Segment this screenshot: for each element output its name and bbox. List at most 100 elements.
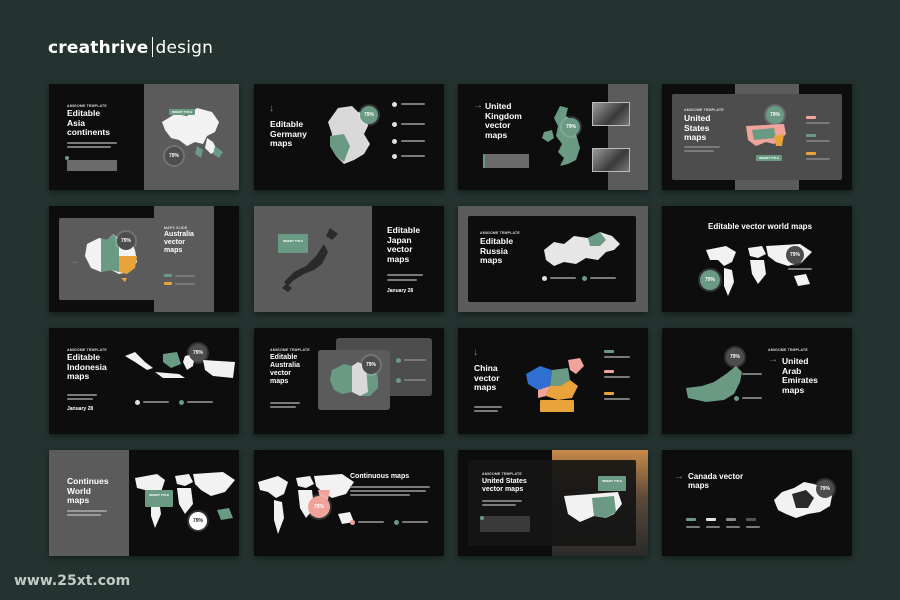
caption-box [67,160,117,171]
text-line [474,410,498,412]
text-line [143,401,169,403]
accent-bar [483,154,485,168]
text-line [67,510,107,512]
text-line [604,398,630,400]
legend-chip [604,370,614,373]
slide-title: Editable Indonesia maps [67,352,107,381]
legend-chip [164,274,172,277]
list-bullet [350,520,355,525]
list-bullet [392,122,397,127]
text-line [401,103,425,105]
slide-title: Editable Australia vector maps [270,354,300,385]
percent-badge: 79% [308,496,330,518]
slide-title: China vector maps [474,363,500,392]
slide-china[interactable]: ↓ China vector maps [458,328,648,434]
slide-uk[interactable]: → United Kingdom vector maps 79% [458,84,648,190]
brand-name-light: design [155,38,214,58]
text-line [604,376,630,378]
insert-title-tag: INSERT TITLE [169,109,196,115]
text-line [270,406,296,408]
slide-germany[interactable]: ↓ Editable Germany maps 79% [254,84,444,190]
slide-kicker: AMIGOME TEMPLATE [480,231,520,235]
slide-australia[interactable]: → 79% MAPS SLIDE Australia vector maps [49,206,239,312]
text-line [806,158,830,160]
slide-us-vector[interactable]: AMIGOME TEMPLATE United States vector ma… [458,450,648,556]
slide-united-states[interactable]: AMIGOME TEMPLATE United States maps 79% … [662,84,852,190]
slide-title: United States maps [684,113,711,142]
text-line [402,521,428,523]
percent-badge: 79% [726,348,744,366]
japan-map [282,228,338,292]
slide-continuous-maps[interactable]: 79% Continuous maps [254,450,444,556]
slide-kicker: AMIGOME TEMPLATE [482,472,522,476]
list-bullet [734,396,739,401]
text-line [175,283,195,285]
list-bullet [582,276,587,281]
text-line [67,394,97,396]
text-line [67,146,111,148]
insert-title-tag: INSERT TITLE [145,490,174,507]
us-map [746,124,786,146]
text-line [187,401,213,403]
list-bullet [392,154,397,159]
text-line [684,150,714,152]
percent-badge: 79% [700,270,720,290]
down-arrow-icon: ↓ [473,347,478,358]
text-line [401,123,425,125]
legend-chip [726,518,736,521]
text-line [742,397,762,399]
slide-continues-world[interactable]: Continues World maps INSERT TITLE 79% [49,450,239,556]
slide-kicker: MAPS SLIDE [164,226,188,230]
percent-badge: 79% [786,246,804,264]
text-line [67,398,93,400]
slide-russia[interactable]: AMIGOME TEMPLATE Editable Russia maps [458,206,648,312]
list-bullet [542,276,547,281]
slide-uae[interactable]: 79% AMIGOME TEMPLATE → United Arab Emira… [662,328,852,434]
list-bullet [394,520,399,525]
percent-badge: 79% [117,232,135,250]
right-arrow-icon: → [473,100,483,111]
slide-title: United Kingdom vector maps [485,101,522,140]
percent-badge: 79% [766,106,784,124]
russia-map [544,232,620,266]
text-line [270,402,300,404]
slide-indonesia[interactable]: AMIGOME TEMPLATE Editable Indonesia maps… [49,328,239,434]
text-line [806,122,830,124]
percent-badge: 79% [362,356,380,374]
percent-badge: 79% [189,512,207,530]
world-map [258,474,354,534]
china-map [526,358,584,400]
slide-canada[interactable]: → Canada vector maps 79% [662,450,852,556]
insert-title-tag: INSERT TITLE [756,155,783,161]
text-line [684,146,720,148]
photo-london [592,102,630,126]
list-bullet [135,400,140,405]
caption-box [480,516,530,532]
caption-box [483,154,529,168]
slide-title: Editable vector world maps [707,222,813,231]
text-line [358,521,384,523]
slide-world[interactable]: Editable vector world maps 79% 79% [662,206,852,312]
caption-box [540,400,574,412]
text-line [474,406,502,408]
text-line [404,359,426,361]
slide-asia[interactable]: AMIGOME TEMPLATE Editable Asia continent… [49,84,239,190]
legend-chip [806,152,816,155]
text-line [742,373,762,375]
slide-japan[interactable]: INSERT TITLE Editable Japan vector maps … [254,206,444,312]
legend-chip [164,282,172,285]
legend-chip [806,134,816,137]
slide-title: United States vector maps [482,478,527,493]
indonesia-map [125,352,235,378]
down-arrow-icon: ↓ [269,103,274,114]
percent-badge: 79% [816,480,834,498]
slide-title: Editable Germany maps [270,119,307,148]
text-line [387,274,423,276]
list-bullet [392,102,397,107]
legend-chip [604,392,614,395]
insert-title-tag: INSERT TITLE [598,476,627,491]
slide-australia-2[interactable]: AMIGOME TEMPLATE Editable Australia vect… [254,328,444,434]
text-line [401,155,425,157]
slide-title: Editable Russia maps [480,236,514,265]
text-line [350,490,426,492]
